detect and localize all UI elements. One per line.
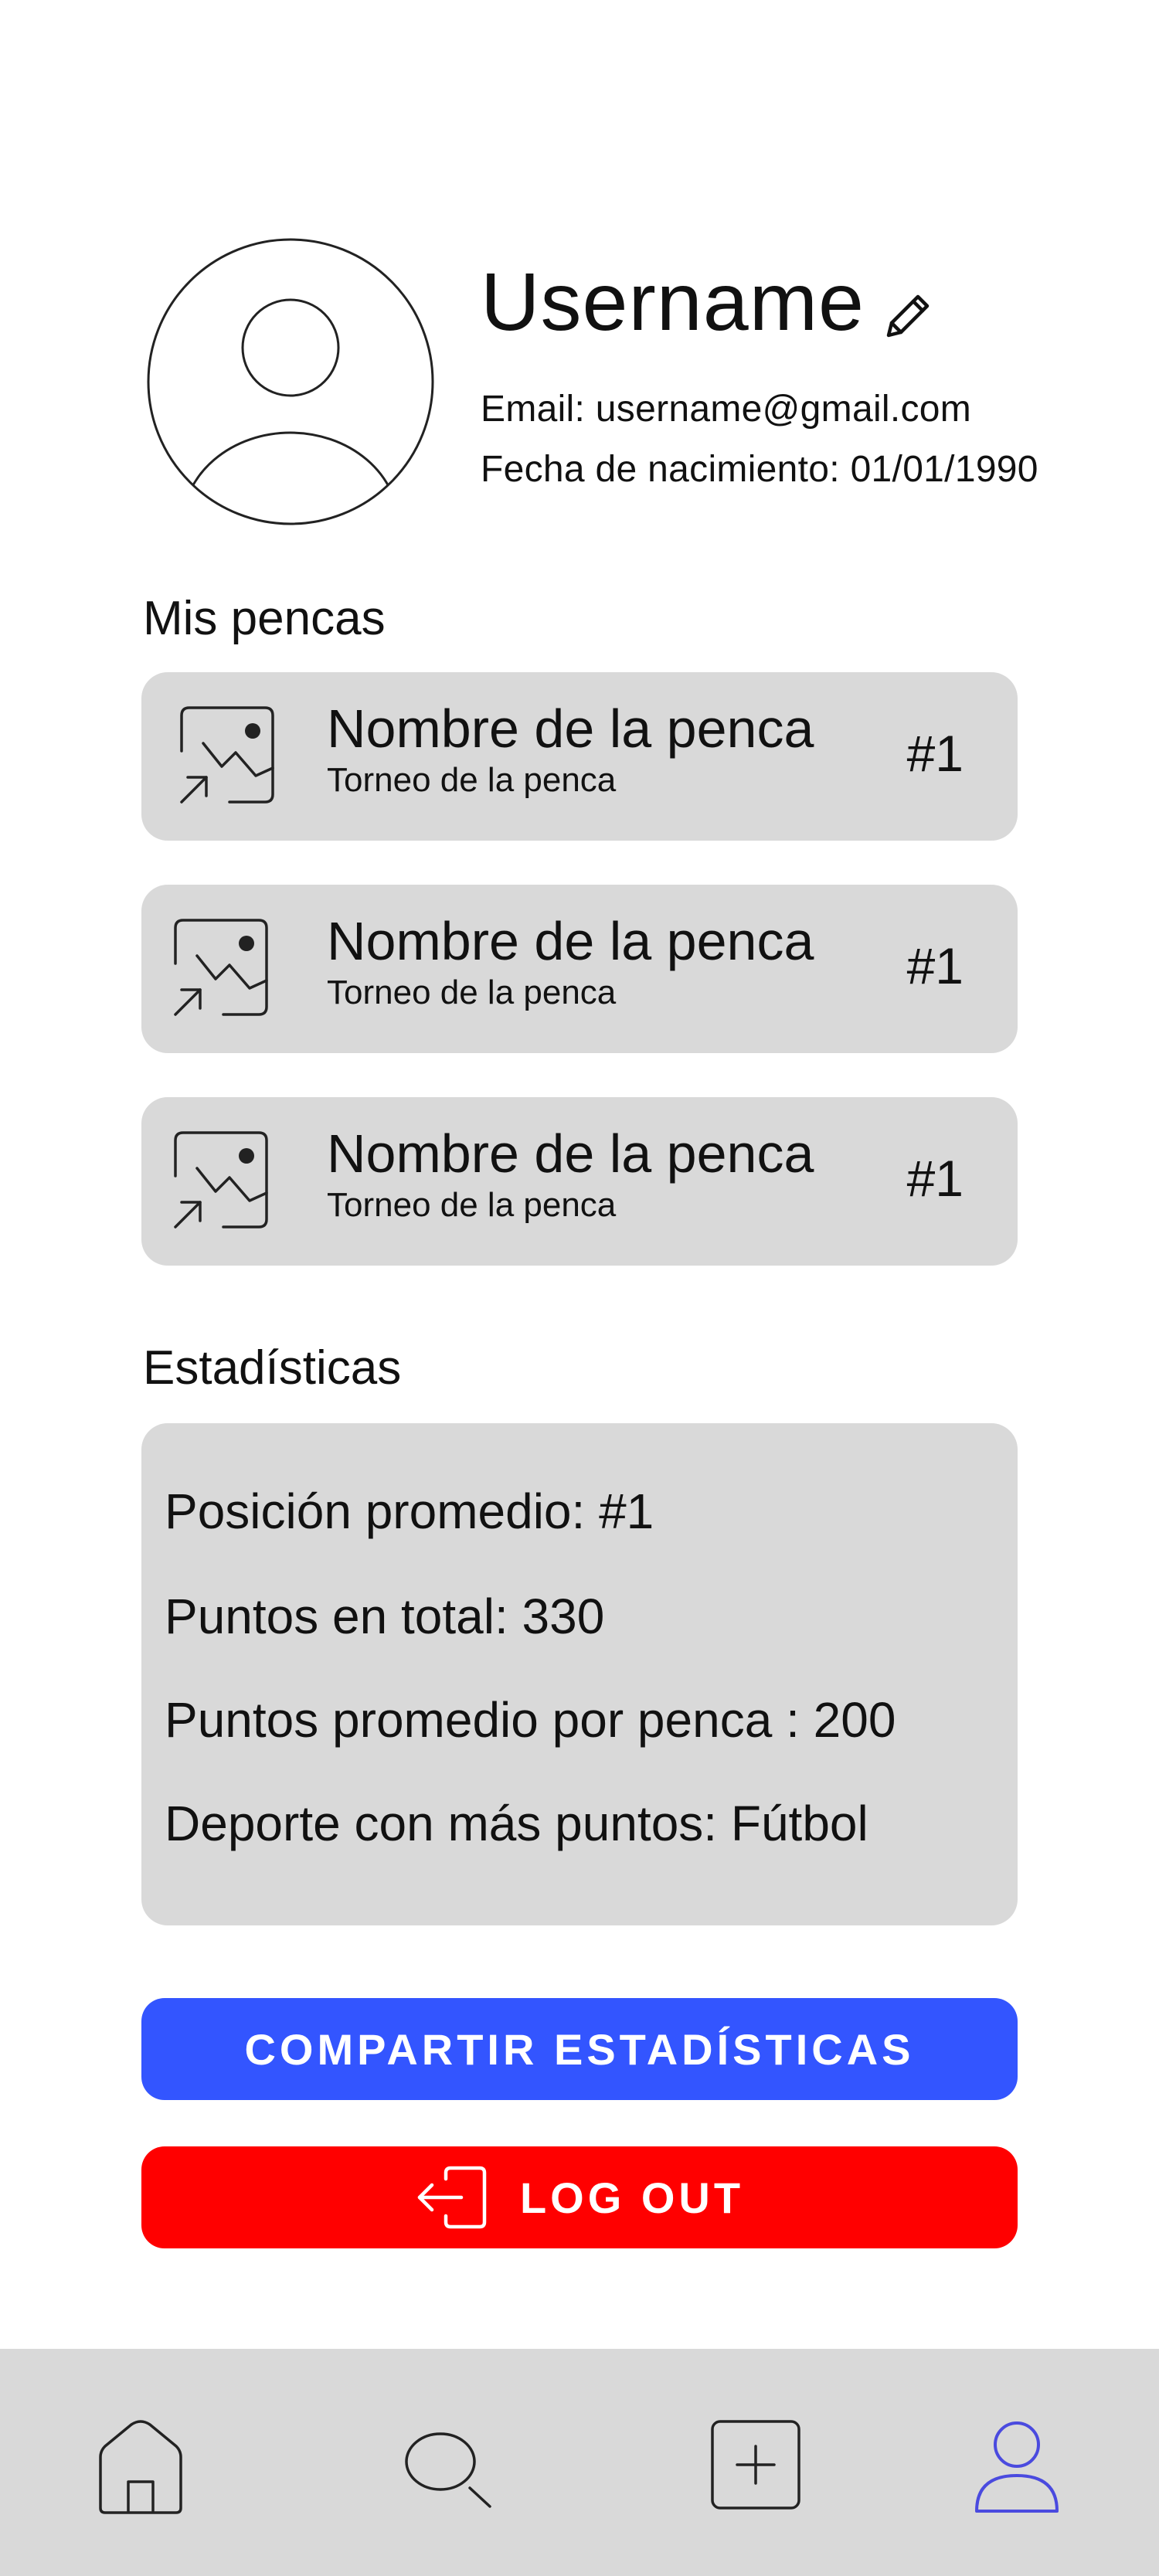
stats-section-title: Estadísticas [143,1341,402,1395]
share-stats-label: COMPARTIR ESTADÍSTICAS [244,2024,915,2074]
home-icon [99,2420,182,2514]
image-placeholder-icon [166,916,274,1024]
nav-add[interactable] [705,2417,807,2519]
penca-card[interactable]: Nombre de la penca Torneo de la penca #1 [141,1097,1018,1266]
avatar[interactable] [147,238,434,525]
penca-rank: #1 [906,1150,964,1207]
penca-name: Nombre de la penca [327,1123,814,1184]
nav-home[interactable] [90,2417,192,2519]
pencas-section-title: Mis pencas [143,592,386,645]
pencil-icon[interactable] [881,287,936,343]
birthdate-text: Fecha de nacimiento: 01/01/1990 [481,449,1038,490]
bottom-nav [0,2349,1159,2576]
share-stats-button[interactable]: COMPARTIR ESTADÍSTICAS [141,1998,1018,2100]
search-icon [405,2432,491,2508]
penca-card[interactable]: Nombre de la penca Torneo de la penca #1 [141,672,1018,841]
username: Username [481,257,865,348]
penca-card[interactable]: Nombre de la penca Torneo de la penca #1 [141,885,1018,1053]
nav-search[interactable] [396,2417,498,2519]
user-icon [975,2421,1059,2513]
user-avatar-icon [147,238,434,525]
stat-average-points: Puntos promedio por penca : 200 [165,1692,896,1748]
penca-rank: #1 [906,725,964,782]
logout-icon [415,2165,489,2230]
plus-square-icon [711,2420,800,2510]
penca-tournament: Torneo de la penca [327,974,617,1011]
penca-tournament: Torneo de la penca [327,1186,617,1224]
nav-profile[interactable] [966,2417,1068,2519]
penca-tournament: Torneo de la penca [327,761,617,799]
stat-average-position: Posición promedio: #1 [165,1483,654,1539]
image-placeholder-icon [166,1128,274,1236]
logout-button[interactable]: LOG OUT [141,2146,1018,2248]
penca-name: Nombre de la penca [327,911,814,971]
email-text: Email: username@gmail.com [481,389,972,430]
penca-rank: #1 [906,937,964,994]
stats-panel: Posición promedio: #1 Puntos en total: 3… [141,1423,1018,1925]
logout-label: LOG OUT [519,2173,745,2222]
stat-top-sport: Deporte con más puntos: Fútbol [165,1796,868,1851]
image-placeholder-icon [172,703,280,811]
stat-total-points: Puntos en total: 330 [165,1589,605,1644]
penca-name: Nombre de la penca [327,698,814,759]
